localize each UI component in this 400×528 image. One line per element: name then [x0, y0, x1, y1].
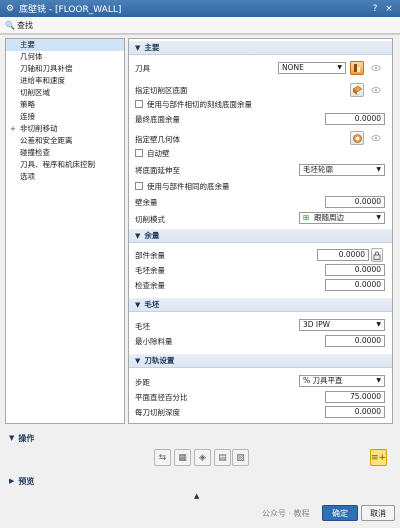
select-wall-icon[interactable]	[350, 131, 364, 145]
nav-item-main[interactable]: 主要	[6, 39, 124, 51]
nav-item-connect[interactable]: 连接	[6, 111, 124, 123]
nav-item-label: 刀具、程序和机床控制	[20, 160, 95, 169]
extend-select[interactable]: 毛坯轮廓 ▼	[299, 164, 385, 176]
generate-icon[interactable]: ⇆	[154, 449, 171, 466]
section-stock-header[interactable]: ▼ 余量	[129, 229, 392, 243]
nav-item-tolerance[interactable]: 公差和安全距离	[6, 135, 124, 147]
depth-input[interactable]: 0.0000	[325, 406, 385, 418]
collapse-icon: ▼	[135, 231, 141, 240]
nav-item-strategy[interactable]: 策略	[6, 99, 124, 111]
expand-icon: ▶	[9, 477, 15, 485]
expand-icon[interactable]: +	[10, 123, 16, 135]
nav-item-label: 进给率和速度	[20, 76, 65, 85]
stepover-select[interactable]: % 刀具平直 ▼	[299, 375, 385, 387]
nav-item-geometry[interactable]: 几何体	[6, 51, 124, 63]
nav-item-label: 公差和安全距离	[20, 136, 73, 145]
chevron-down-icon: ▼	[376, 214, 381, 221]
nav-item-label: 切削区域	[20, 88, 50, 97]
cut-mode-select[interactable]: ⊞ 跟随周边 ▼	[299, 212, 385, 224]
chevron-down-icon: ▼	[376, 321, 381, 328]
nav-item-label: 选项	[20, 172, 35, 181]
blank-select[interactable]: 3D IPW ▼	[299, 319, 385, 331]
preview-header[interactable]: ▶ 预览	[5, 474, 395, 488]
nav-item-machine-control[interactable]: 刀具、程序和机床控制	[6, 159, 124, 171]
gear-icon: ⚙	[5, 3, 15, 14]
nav-tree: 主要 几何体 刀轴和刀具补偿 进给率和速度 切削区域 策略 连接 + 非切削移动	[5, 38, 125, 424]
section-main-header[interactable]: ▼ 主要	[129, 41, 392, 55]
chevron-down-icon: ▼	[337, 64, 342, 71]
nav-item-non-cutting[interactable]: + 非切削移动	[6, 123, 124, 135]
replay-icon[interactable]: ▦	[174, 449, 191, 466]
nav-item-label: 刀轴和刀具补偿	[20, 64, 73, 73]
add-icon[interactable]: ≡+	[370, 449, 387, 466]
nav-item-label: 主要	[20, 40, 35, 49]
display-tool-icon[interactable]	[369, 61, 383, 75]
operations-toolbar: ⇆ ▦ ◈ ▤ ▧ ≡+	[0, 447, 400, 469]
search-label[interactable]: 查找	[17, 20, 33, 31]
nav-item-feeds[interactable]: 进给率和速度	[6, 75, 124, 87]
display-wall-icon[interactable]	[369, 131, 383, 145]
search-bar: 🔍 查找	[0, 17, 400, 34]
cancel-button[interactable]: 取消	[361, 505, 395, 521]
same-stock-row[interactable]: 使用与部件相同的底余量	[135, 180, 387, 192]
wall-stock-input[interactable]: 0.0000	[325, 196, 385, 208]
search-icon[interactable]: 🔍	[5, 21, 15, 30]
display-floor-icon[interactable]	[369, 83, 383, 97]
section-toolpath-header[interactable]: ▼ 刀轨设置	[129, 354, 392, 368]
chevron-down-icon: ▼	[376, 377, 381, 384]
min-remove-input[interactable]: 0.0000	[325, 335, 385, 347]
ok-button[interactable]: 确定	[322, 505, 358, 521]
new-tool-icon[interactable]	[350, 61, 364, 75]
window-title: 底壁铣 - [FLOOR_WALL]	[19, 5, 122, 15]
blank-stock-input[interactable]: 0.0000	[325, 264, 385, 276]
collapse-icon: ▼	[135, 300, 141, 309]
same-stock-checkbox[interactable]	[135, 182, 143, 190]
tool-select[interactable]: NONE ▼	[278, 62, 346, 74]
section-blank-header[interactable]: ▼ 毛坯	[129, 298, 392, 312]
lock-icon[interactable]	[371, 248, 383, 262]
nav-item-label: 几何体	[20, 52, 43, 61]
percent-input[interactable]: 75.0000	[325, 391, 385, 403]
operations-header[interactable]: ▼ 操作	[5, 431, 395, 445]
nav-item-label: 碰撞检查	[20, 148, 50, 157]
verify-icon[interactable]: ◈	[194, 449, 211, 466]
nav-item-label: 连接	[20, 112, 35, 121]
document-icon[interactable]: ▧	[232, 449, 249, 466]
close-button[interactable]: ×	[382, 4, 396, 14]
collapse-icon: ▼	[135, 43, 141, 52]
auto-wall-row[interactable]: 使用与部件相切的刻线底面余量	[135, 98, 387, 110]
auto-wall2-checkbox[interactable]	[135, 149, 143, 157]
chevron-up-icon[interactable]: ▲	[194, 492, 199, 500]
divider	[0, 34, 400, 35]
nav-item-tool-axis[interactable]: 刀轴和刀具补偿	[6, 63, 124, 75]
title-bar: ⚙ 底壁铣 - [FLOOR_WALL] ? ×	[0, 0, 400, 17]
nav-item-collision[interactable]: 碰撞检查	[6, 147, 124, 159]
auto-wall-checkbox[interactable]	[135, 100, 143, 108]
nav-item-options[interactable]: 选项	[6, 171, 124, 183]
list-icon[interactable]: ▤	[214, 449, 231, 466]
watermark: 公众号 · 教程	[262, 509, 310, 518]
check-stock-input[interactable]: 0.0000	[325, 279, 385, 291]
dialog-window: ⚙ 底壁铣 - [FLOOR_WALL] ? × 🔍 查找 主要 几何体 刀轴和…	[0, 0, 400, 528]
chevron-down-icon: ▼	[376, 166, 381, 173]
nav-item-label: 非切削移动	[20, 124, 58, 133]
collapse-icon: ▼	[9, 434, 15, 442]
pattern-icon: ⊞	[303, 213, 310, 222]
auto-wall2-row[interactable]: 自动壁	[135, 147, 387, 159]
part-stock-input[interactable]: 0.0000	[317, 249, 369, 261]
collapse-icon: ▼	[135, 356, 141, 365]
settings-panel: ▼ 主要 刀具 NONE ▼ 指定切削区底面 使用与部件相切的刻线底面余量 最终…	[128, 38, 393, 424]
help-button[interactable]: ?	[368, 4, 382, 14]
nav-item-cut-area[interactable]: 切削区域	[6, 87, 124, 99]
nav-item-label: 策略	[20, 100, 35, 109]
select-floor-icon[interactable]	[350, 83, 364, 97]
floor-stock-input[interactable]: 0.0000	[325, 113, 385, 125]
